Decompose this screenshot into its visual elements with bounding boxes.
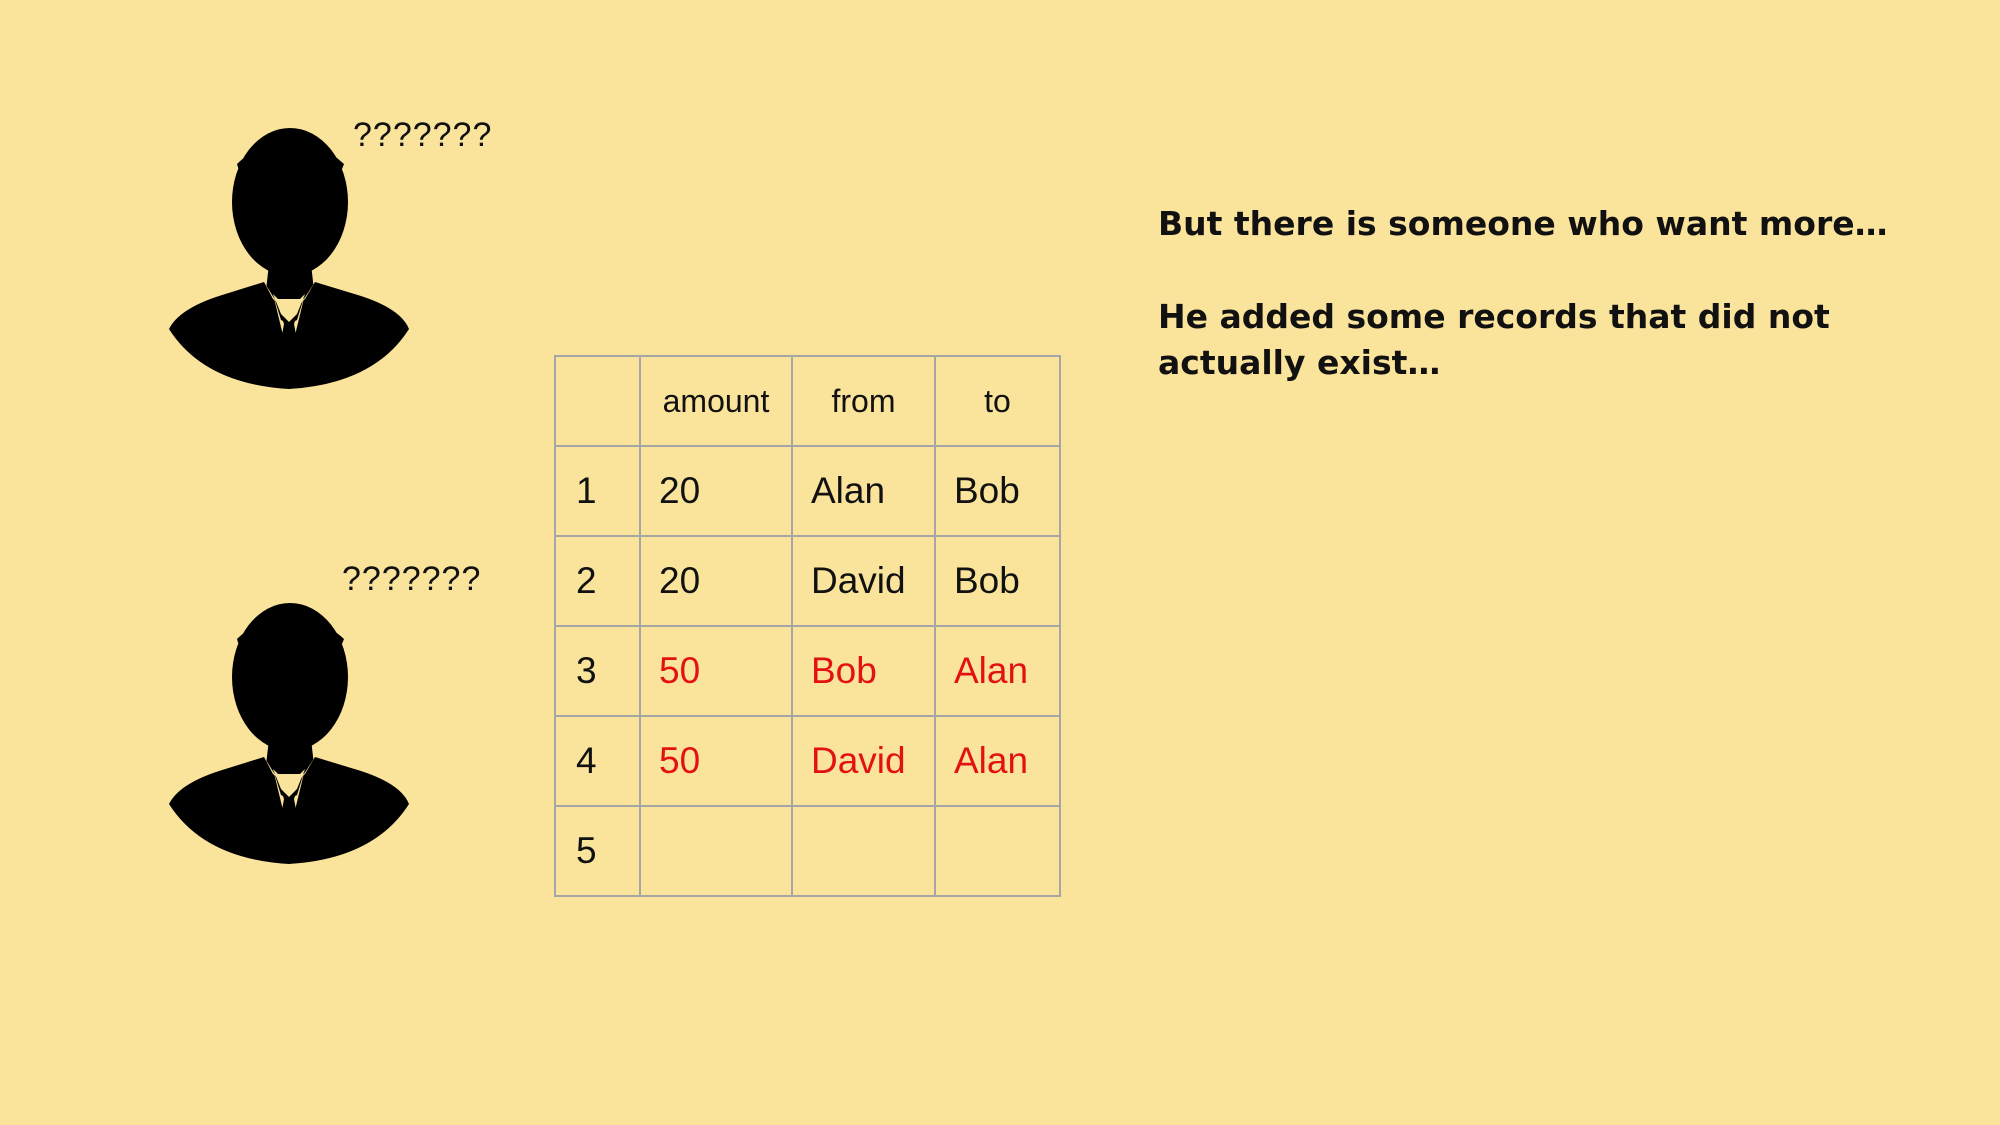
table-header-row: amount from to bbox=[554, 355, 1061, 447]
table-row: 5 bbox=[554, 805, 1061, 897]
header-from: from bbox=[791, 355, 936, 447]
thought-bubble-text: ??????? bbox=[342, 560, 482, 598]
row-index: 2 bbox=[554, 535, 641, 627]
table-row: 4 50 David Alan bbox=[554, 715, 1061, 807]
amount-cell: 50 bbox=[639, 715, 793, 807]
header-index bbox=[554, 355, 641, 447]
from-cell: David bbox=[791, 535, 936, 627]
row-index: 1 bbox=[554, 445, 641, 537]
amount-cell: 20 bbox=[639, 535, 793, 627]
row-index: 3 bbox=[554, 625, 641, 717]
caption-text: He added some records that did not actua… bbox=[1158, 297, 1830, 382]
thought-bubble-text: ??????? bbox=[353, 116, 493, 154]
amount-cell: 20 bbox=[639, 445, 793, 537]
businessman-silhouette-icon bbox=[169, 599, 409, 869]
to-cell: Bob bbox=[934, 445, 1061, 537]
slide: ??????? ??????? amount from to 1 20 Alan… bbox=[0, 0, 2000, 1125]
to-cell: Alan bbox=[934, 625, 1061, 717]
caption-text: But there is someone who want more… bbox=[1158, 204, 1888, 243]
table-row: 3 50 Bob Alan bbox=[554, 625, 1061, 717]
ledger-table: amount from to 1 20 Alan Bob 2 20 David … bbox=[554, 355, 1061, 897]
from-cell: Bob bbox=[791, 625, 936, 717]
table-row: 2 20 David Bob bbox=[554, 535, 1061, 627]
businessman-silhouette-icon bbox=[169, 124, 409, 394]
row-index: 4 bbox=[554, 715, 641, 807]
header-amount: amount bbox=[639, 355, 793, 447]
from-cell: Alan bbox=[791, 445, 936, 537]
header-to: to bbox=[934, 355, 1061, 447]
to-cell: Alan bbox=[934, 715, 1061, 807]
to-cell: Bob bbox=[934, 535, 1061, 627]
amount-cell: 50 bbox=[639, 625, 793, 717]
to-cell bbox=[934, 805, 1061, 897]
amount-cell bbox=[639, 805, 793, 897]
from-cell bbox=[791, 805, 936, 897]
from-cell: David bbox=[791, 715, 936, 807]
row-index: 5 bbox=[554, 805, 641, 897]
table-row: 1 20 Alan Bob bbox=[554, 445, 1061, 537]
